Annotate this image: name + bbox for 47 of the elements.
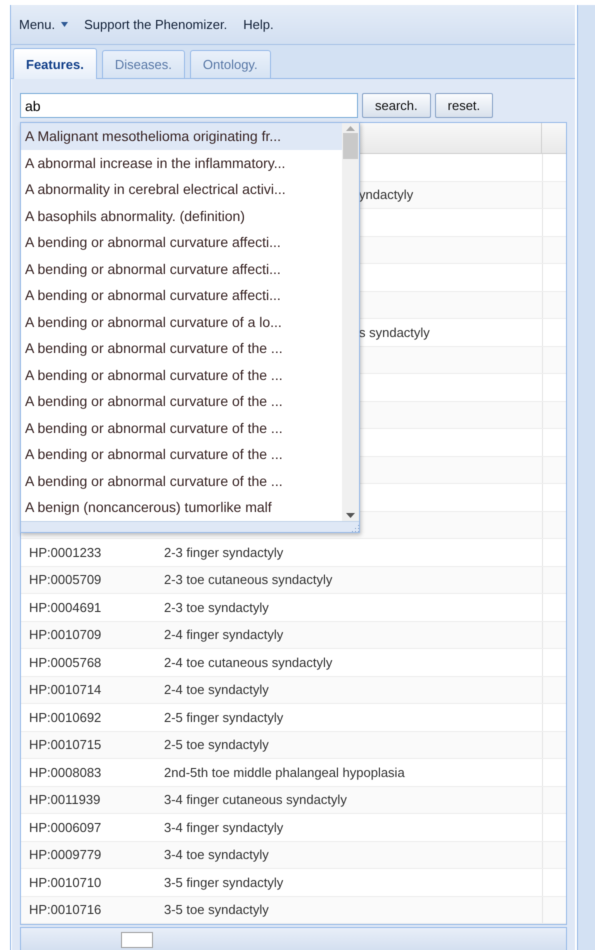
resize-grip-icon[interactable] bbox=[351, 524, 359, 532]
table-cell-text: 2-5 toe syndactyly bbox=[163, 737, 270, 752]
tab[interactable]: Features. bbox=[13, 48, 97, 79]
table-cell-text: 2-3 finger syndactyly bbox=[163, 544, 284, 560]
table-cell-text: HP:0011939 bbox=[28, 792, 102, 808]
scroll-thumb[interactable] bbox=[343, 133, 358, 159]
suggestion-item[interactable]: A Malignant mesothelioma originating fr... bbox=[21, 123, 342, 150]
table-cell-text: 2-5 finger syndactyly bbox=[163, 710, 284, 725]
table-cell-text: HP:0004691 bbox=[28, 600, 102, 615]
table-cell-text: 3-5 finger syndactyly bbox=[163, 874, 284, 890]
search-field[interactable]: ab bbox=[20, 93, 358, 118]
menu-item[interactable]: Support the Phenomizer. bbox=[84, 17, 228, 32]
table-cell-text: HP:0010692 bbox=[28, 710, 102, 725]
table-cell-text: HP:0005768 bbox=[28, 654, 102, 670]
table-cell-text: HP:0010714 bbox=[28, 682, 102, 698]
table-cell-text: HP:0010716 bbox=[28, 902, 102, 918]
scrollbar[interactable] bbox=[342, 123, 359, 521]
table-cell-text: HP:0006097 bbox=[28, 820, 102, 835]
scroll-up-icon[interactable] bbox=[346, 126, 355, 131]
table-cell-text: HP:0009779 bbox=[28, 847, 102, 862]
reset-button[interactable]: reset. bbox=[434, 93, 494, 118]
table-cell-text: 3-4 toe syndactyly bbox=[163, 847, 270, 862]
table-cell-text: 2-4 toe syndactyly bbox=[163, 682, 270, 698]
table-cell-text: HP:0010709 bbox=[28, 627, 102, 642]
menu-item[interactable]: Help. bbox=[243, 17, 274, 32]
caret-icon bbox=[61, 22, 68, 27]
table-cell-text: 2-3 toe syndactyly bbox=[163, 600, 270, 615]
table-cell-text: 2-4 toe cutaneous syndactyly bbox=[163, 654, 334, 670]
table-cell-text: HP:0010715 bbox=[28, 737, 102, 752]
table-cell-text: 3-5 toe syndactyly bbox=[163, 902, 270, 918]
page-number-field[interactable] bbox=[121, 932, 153, 948]
tab[interactable]: Diseases. bbox=[102, 50, 185, 78]
table-cell-text: 2nd-5th toe middle phalangeal hypoplasia bbox=[163, 764, 406, 780]
table-cell-text: 2-3 toe cutaneous syndactyly bbox=[163, 572, 334, 588]
table-cell-text: HP:0005709 bbox=[28, 572, 102, 588]
table-cell-text: 2-4 finger syndactyly bbox=[163, 627, 284, 642]
menu-item[interactable]: Menu. bbox=[19, 17, 68, 32]
table-cell-text: HP:0001233 bbox=[28, 544, 102, 560]
search-button[interactable]: search. bbox=[362, 93, 431, 118]
table-cell-text: s syndactyly bbox=[359, 324, 431, 340]
table-cell-text: yndactyly bbox=[359, 187, 414, 202]
tab[interactable]: Ontology. bbox=[190, 50, 271, 78]
table-cell-text: HP:0008083 bbox=[28, 764, 102, 780]
suggestion-item[interactable]: A abnormal increase in the inflammatory... bbox=[21, 150, 342, 176]
table-cell-text: HP:0010710 bbox=[28, 874, 102, 890]
table-cell-text: 3-4 finger syndactyly bbox=[163, 820, 284, 835]
table-cell-text: 3-4 finger cutaneous syndactyly bbox=[163, 792, 348, 808]
